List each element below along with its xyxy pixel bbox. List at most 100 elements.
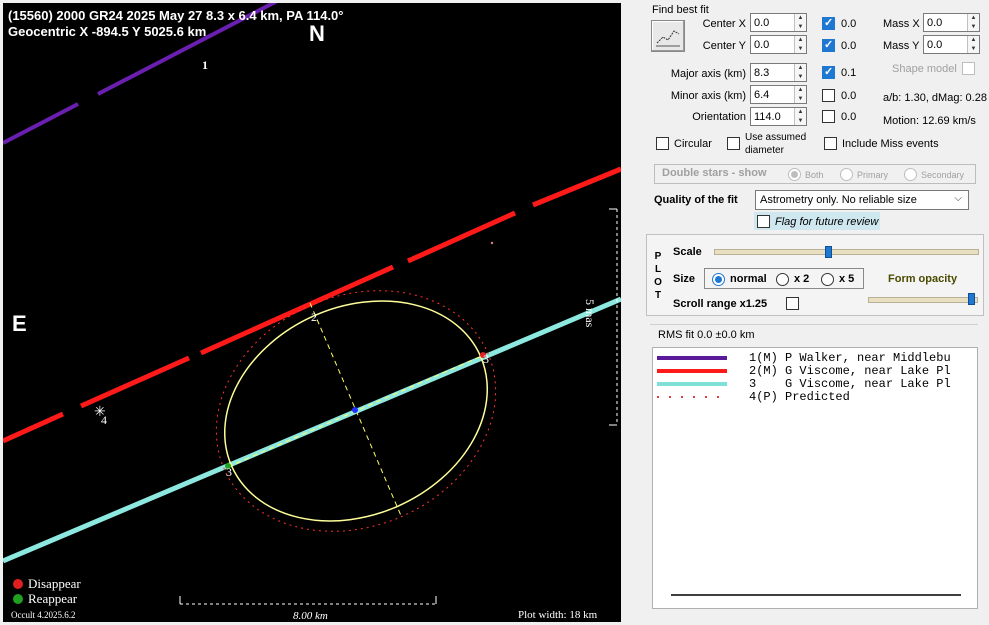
minor-axis-check-value: 0.0 bbox=[841, 90, 857, 102]
use-assumed-diameter-checkbox[interactable] bbox=[727, 137, 740, 150]
form-opacity-slider-thumb[interactable] bbox=[968, 293, 975, 305]
chevron-down-icon: ⌵ bbox=[954, 193, 962, 204]
chord-label-3b: 3 bbox=[483, 352, 489, 366]
center-y-label: Center Y bbox=[702, 40, 746, 52]
chord-label-2: 2 bbox=[311, 310, 317, 324]
size-x5-radio[interactable] bbox=[821, 273, 834, 286]
circular-label: Circular bbox=[674, 138, 712, 150]
divider bbox=[650, 324, 978, 325]
scale-slider-thumb[interactable] bbox=[825, 246, 832, 258]
horizontal-scrollbar[interactable] bbox=[671, 594, 961, 596]
center-x-checkbox[interactable] bbox=[822, 16, 835, 30]
mass-y-label: Mass Y bbox=[883, 40, 920, 52]
green-dot-icon bbox=[13, 594, 23, 604]
plot-vertical-label: P L O T bbox=[654, 251, 662, 301]
double-stars-label: Double stars - show bbox=[662, 167, 767, 179]
chord-listbox[interactable]: 1(M) P Walker, near Middlebu 2(M) G Visc… bbox=[652, 347, 978, 609]
flag-review-label: Flag for future review bbox=[775, 216, 879, 228]
double-both-label: Both bbox=[805, 170, 824, 180]
center-x-check-value: 0.0 bbox=[841, 18, 857, 30]
double-primary-radio[interactable] bbox=[840, 168, 853, 181]
ab-dmag-readout: a/b: 1.30, dMag: 0.28 bbox=[883, 92, 987, 104]
scroll-range-checkbox[interactable] bbox=[786, 297, 799, 310]
size-normal-radio[interactable] bbox=[712, 273, 725, 286]
north-label: N bbox=[309, 21, 325, 46]
mass-x-spinner[interactable]: 0.0 ▲ ▼ bbox=[923, 13, 980, 32]
scale-mas-label: 5 mas bbox=[583, 299, 597, 328]
ellipse-center bbox=[352, 407, 358, 413]
shape-model-label: Shape model bbox=[892, 63, 957, 75]
find-best-fit-label: Find best fit bbox=[652, 4, 709, 16]
circular-checkbox[interactable] bbox=[656, 137, 669, 150]
list-item[interactable]: 1(M) P Walker, near Middlebu bbox=[657, 351, 975, 364]
center-x-spinner[interactable]: 0.0 ▲ ▼ bbox=[750, 13, 807, 32]
minor-axis-label: Minor axis (km) bbox=[670, 90, 746, 102]
orientation-checkbox[interactable] bbox=[822, 110, 835, 123]
plot-header-line2: Geocentric X -894.5 Y 5025.6 km bbox=[8, 24, 207, 39]
double-secondary-radio[interactable] bbox=[904, 168, 917, 181]
major-axis-spinner[interactable]: 8.3 ▲ ▼ bbox=[750, 63, 807, 82]
motion-readout: Motion: 12.69 km/s bbox=[883, 115, 976, 127]
rms-fit-label: RMS fit 0.0 ±0.0 km bbox=[658, 329, 755, 341]
list-item[interactable]: 2(M) G Viscome, near Lake Pl bbox=[657, 364, 975, 377]
quality-label: Quality of the fit bbox=[654, 194, 738, 206]
chord-label-1: 1 bbox=[202, 58, 208, 72]
legend-reappear: Reappear bbox=[13, 591, 77, 607]
chord-label-3: 3 bbox=[226, 465, 232, 479]
quality-select[interactable]: Astrometry only. No reliable size ⌵ bbox=[755, 190, 969, 210]
red-dot-icon bbox=[13, 579, 23, 589]
minor-axis-spinner[interactable]: 6.4 ▲ ▼ bbox=[750, 85, 807, 104]
orientation-label: Orientation bbox=[692, 111, 746, 123]
double-primary-label: Primary bbox=[857, 170, 888, 180]
scale-slider[interactable] bbox=[714, 249, 979, 255]
scroll-range-label: Scroll range x1.25 bbox=[673, 298, 768, 310]
orientation-check-value: 0.0 bbox=[841, 111, 857, 123]
plot-width-label: Plot width: 18 km bbox=[518, 609, 598, 621]
diameter-label: diameter bbox=[745, 145, 784, 156]
center-y-spinner[interactable]: 0.0 ▲ ▼ bbox=[750, 35, 807, 54]
find-best-fit-button[interactable] bbox=[651, 20, 685, 52]
form-opacity-slider[interactable] bbox=[868, 297, 978, 303]
chord-label-4: 4 bbox=[101, 413, 107, 427]
center-y-checkbox[interactable] bbox=[822, 38, 835, 52]
line-swatch bbox=[657, 368, 727, 373]
graph-fit-icon bbox=[656, 30, 680, 47]
bottom-scale-label: 8.00 km bbox=[293, 610, 328, 622]
version-label: Occult 4.2025.6.2 bbox=[11, 610, 76, 620]
include-miss-checkbox[interactable] bbox=[824, 137, 837, 150]
shape-model-checkbox[interactable] bbox=[962, 62, 975, 75]
minor-axis-checkbox[interactable] bbox=[822, 89, 835, 102]
size-x2-label: x 2 bbox=[794, 273, 810, 285]
list-item[interactable]: 4(P) Predicted bbox=[657, 390, 975, 403]
flag-review-checkbox[interactable] bbox=[757, 215, 770, 228]
major-axis-checkbox[interactable] bbox=[822, 65, 835, 79]
fit-control-panel: Find best fit Center X 0.0 ▲▼ 0.0 Center… bbox=[628, 0, 989, 625]
line-swatch bbox=[657, 395, 727, 398]
orientation-spinner[interactable]: 114.0 ▲ ▼ bbox=[750, 107, 807, 126]
size-label: Size bbox=[673, 273, 696, 285]
include-miss-label: Include Miss events bbox=[842, 138, 939, 150]
legend-disappear: Disappear bbox=[13, 576, 81, 592]
use-assumed-label: Use assumed bbox=[745, 132, 807, 143]
double-both-radio[interactable] bbox=[788, 168, 801, 181]
mass-y-spinner[interactable]: 0.0 ▲ ▼ bbox=[923, 35, 980, 54]
major-axis-label: Major axis (km) bbox=[670, 68, 746, 80]
occultation-plot[interactable]: ✳ (15560) 2000 GR24 2025 May 27 8.3 x 6.… bbox=[3, 3, 621, 622]
mass-x-label: Mass X bbox=[883, 18, 920, 30]
size-x2-radio[interactable] bbox=[776, 273, 789, 286]
size-normal-label: normal bbox=[730, 273, 767, 285]
vertical-scale-bracket bbox=[609, 208, 618, 426]
chord-2-line bbox=[3, 166, 621, 444]
center-y-check-value: 0.0 bbox=[841, 40, 857, 52]
size-x5-label: x 5 bbox=[839, 273, 855, 285]
list-item[interactable]: 3 G Viscome, near Lake Pl bbox=[657, 377, 975, 390]
double-secondary-label: Secondary bbox=[921, 170, 965, 180]
line-swatch bbox=[657, 355, 727, 360]
form-opacity-label: Form opacity bbox=[888, 273, 958, 285]
center-x-label: Center X bbox=[702, 18, 746, 30]
bottom-scale-bar bbox=[179, 596, 437, 605]
line-swatch bbox=[657, 381, 727, 386]
east-label: E bbox=[12, 311, 27, 336]
scale-label: Scale bbox=[673, 246, 702, 258]
plot-header-line1: (15560) 2000 GR24 2025 May 27 8.3 x 6.4 … bbox=[8, 8, 344, 23]
